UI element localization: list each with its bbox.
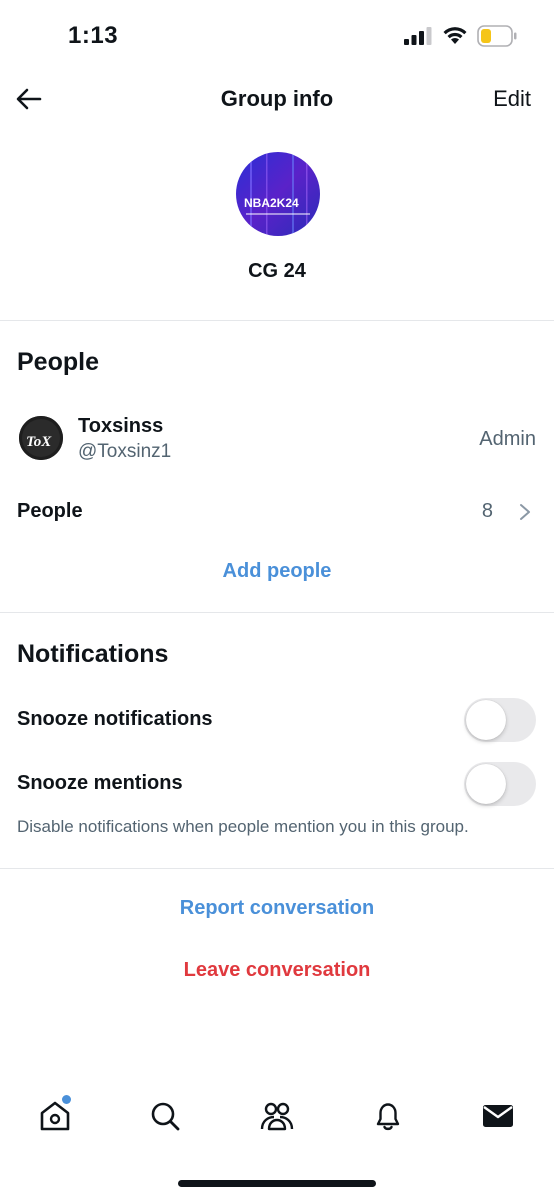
people-count: 8 (481, 500, 493, 522)
toggle-knob (466, 700, 506, 740)
snooze-mentions-row: Snooze mentions (0, 762, 554, 806)
member-role-badge: Admin (479, 428, 536, 450)
page-title: Group info (220, 86, 334, 111)
toggle-knob (466, 764, 506, 804)
messages-envelope-icon[interactable] (481, 1099, 515, 1133)
notifications-section-title: Notifications (17, 640, 169, 668)
battery-low-icon (477, 25, 517, 47)
home-indicator (178, 1180, 376, 1187)
member-handle: @Toxsinz1 (78, 441, 172, 462)
divider (0, 868, 554, 869)
search-icon[interactable] (148, 1099, 182, 1133)
group-avatar[interactable]: NBA2K24 (236, 152, 320, 236)
group-name: CG 24 (248, 260, 306, 282)
people-list-row[interactable]: People 8 (0, 488, 554, 534)
chevron-right-icon (520, 504, 530, 520)
snooze-mentions-toggle[interactable] (464, 762, 536, 806)
add-people-button[interactable]: Add people (0, 560, 554, 583)
member-avatar-logo: ToX (26, 434, 52, 450)
cellular-signal-icon (404, 27, 432, 45)
bottom-tab-bar (0, 1085, 554, 1145)
people-section-title: People (17, 348, 99, 376)
snooze-notifications-label: Snooze notifications (17, 708, 213, 730)
status-bar: 1:13 (0, 0, 554, 72)
nav-header: Group info Edit (0, 72, 554, 126)
member-avatar: ToX (19, 416, 63, 460)
notifications-bell-icon[interactable] (371, 1099, 405, 1133)
snooze-mentions-helper-text: Disable notifications when people mentio… (17, 817, 469, 836)
member-name: Toxsinss (78, 415, 164, 437)
home-notification-dot (62, 1095, 71, 1104)
home-icon[interactable] (38, 1099, 72, 1133)
people-label: People (17, 500, 83, 522)
divider (0, 612, 554, 613)
wifi-icon (443, 27, 467, 44)
status-time: 1:13 (68, 22, 119, 49)
edit-button[interactable]: Edit (493, 86, 531, 112)
snooze-mentions-label: Snooze mentions (17, 772, 183, 794)
group-avatar-logo: NBA2K24 (244, 196, 299, 210)
snooze-notifications-row: Snooze notifications (0, 698, 554, 742)
snooze-notifications-toggle[interactable] (464, 698, 536, 742)
leave-conversation-button[interactable]: Leave conversation (0, 959, 554, 982)
report-conversation-button[interactable]: Report conversation (0, 897, 554, 920)
divider (0, 320, 554, 321)
communities-icon[interactable] (260, 1099, 294, 1133)
member-row[interactable]: ToX Toxsinss @Toxsinz1 Admin (0, 404, 554, 474)
